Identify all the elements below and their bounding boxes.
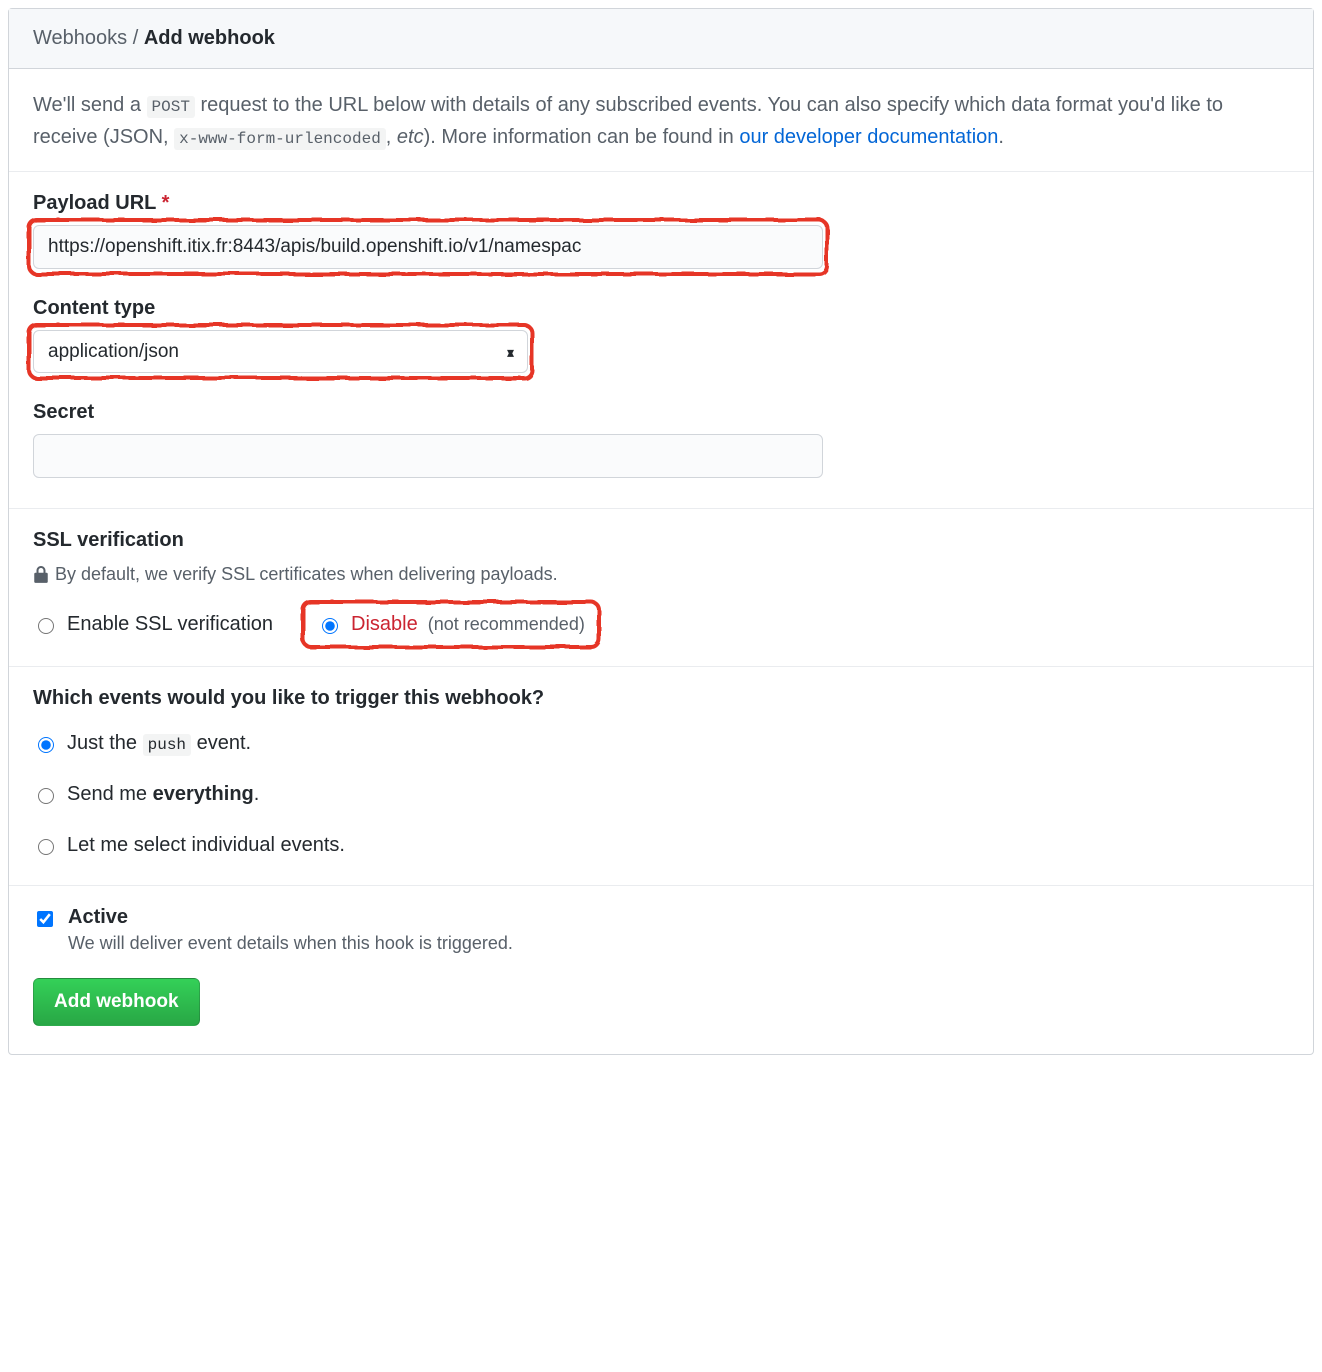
ssl-section: SSL verification By default, we verify S… (9, 509, 1313, 667)
breadcrumb-root[interactable]: Webhooks (33, 27, 127, 49)
content-type-select[interactable]: application/json (33, 330, 528, 373)
secret-label: Secret (33, 401, 1289, 424)
ssl-disable-option[interactable]: Disable (not recommended) (317, 613, 585, 636)
payload-url-input[interactable] (33, 225, 823, 269)
secret-input[interactable] (33, 434, 823, 478)
developer-docs-link[interactable]: our developer documentation (739, 126, 998, 148)
breadcrumb-current: Add webhook (144, 27, 275, 49)
active-title: Active (68, 906, 513, 929)
ssl-disable-highlight: Disable (not recommended) (307, 607, 595, 642)
event-option-everything[interactable]: Send me everything. (33, 783, 1289, 806)
active-desc: We will deliver event details when this … (68, 933, 513, 954)
add-webhook-button[interactable]: Add webhook (33, 978, 200, 1026)
payload-url-label: Payload URL * (33, 192, 1289, 215)
ssl-disable-radio[interactable] (322, 618, 338, 634)
event-push-radio[interactable] (38, 737, 54, 753)
content-type-label: Content type (33, 297, 1289, 320)
post-code: POST (147, 96, 195, 118)
event-everything-radio[interactable] (38, 788, 54, 804)
events-heading: Which events would you like to trigger t… (33, 687, 1289, 710)
event-select-radio[interactable] (38, 839, 54, 855)
add-webhook-panel: Webhooks / Add webhook We'll send a POST… (8, 8, 1314, 1055)
intro-text: We'll send a POST request to the URL bel… (9, 69, 1313, 172)
ssl-heading: SSL verification (33, 529, 1289, 552)
lock-icon (33, 566, 49, 584)
event-option-push[interactable]: Just the push event. (33, 732, 1289, 755)
breadcrumb-sep: / (127, 27, 144, 49)
ssl-enable-radio[interactable] (38, 618, 54, 634)
form-section-main: Payload URL * Content type application/j… (9, 172, 1313, 509)
active-checkbox[interactable] (37, 911, 53, 927)
event-option-select[interactable]: Let me select individual events. (33, 834, 1289, 857)
events-section: Which events would you like to trigger t… (9, 667, 1313, 886)
content-type-highlight: application/json ▴▾ (33, 330, 528, 373)
urlencoded-code: x-www-form-urlencoded (174, 128, 386, 150)
required-asterisk: * (162, 192, 170, 214)
ssl-note: By default, we verify SSL certificates w… (33, 564, 1289, 585)
ssl-enable-option[interactable]: Enable SSL verification (33, 613, 273, 636)
payload-url-highlight (33, 225, 823, 269)
breadcrumb: Webhooks / Add webhook (9, 9, 1313, 69)
active-section: Active We will deliver event details whe… (9, 886, 1313, 1054)
